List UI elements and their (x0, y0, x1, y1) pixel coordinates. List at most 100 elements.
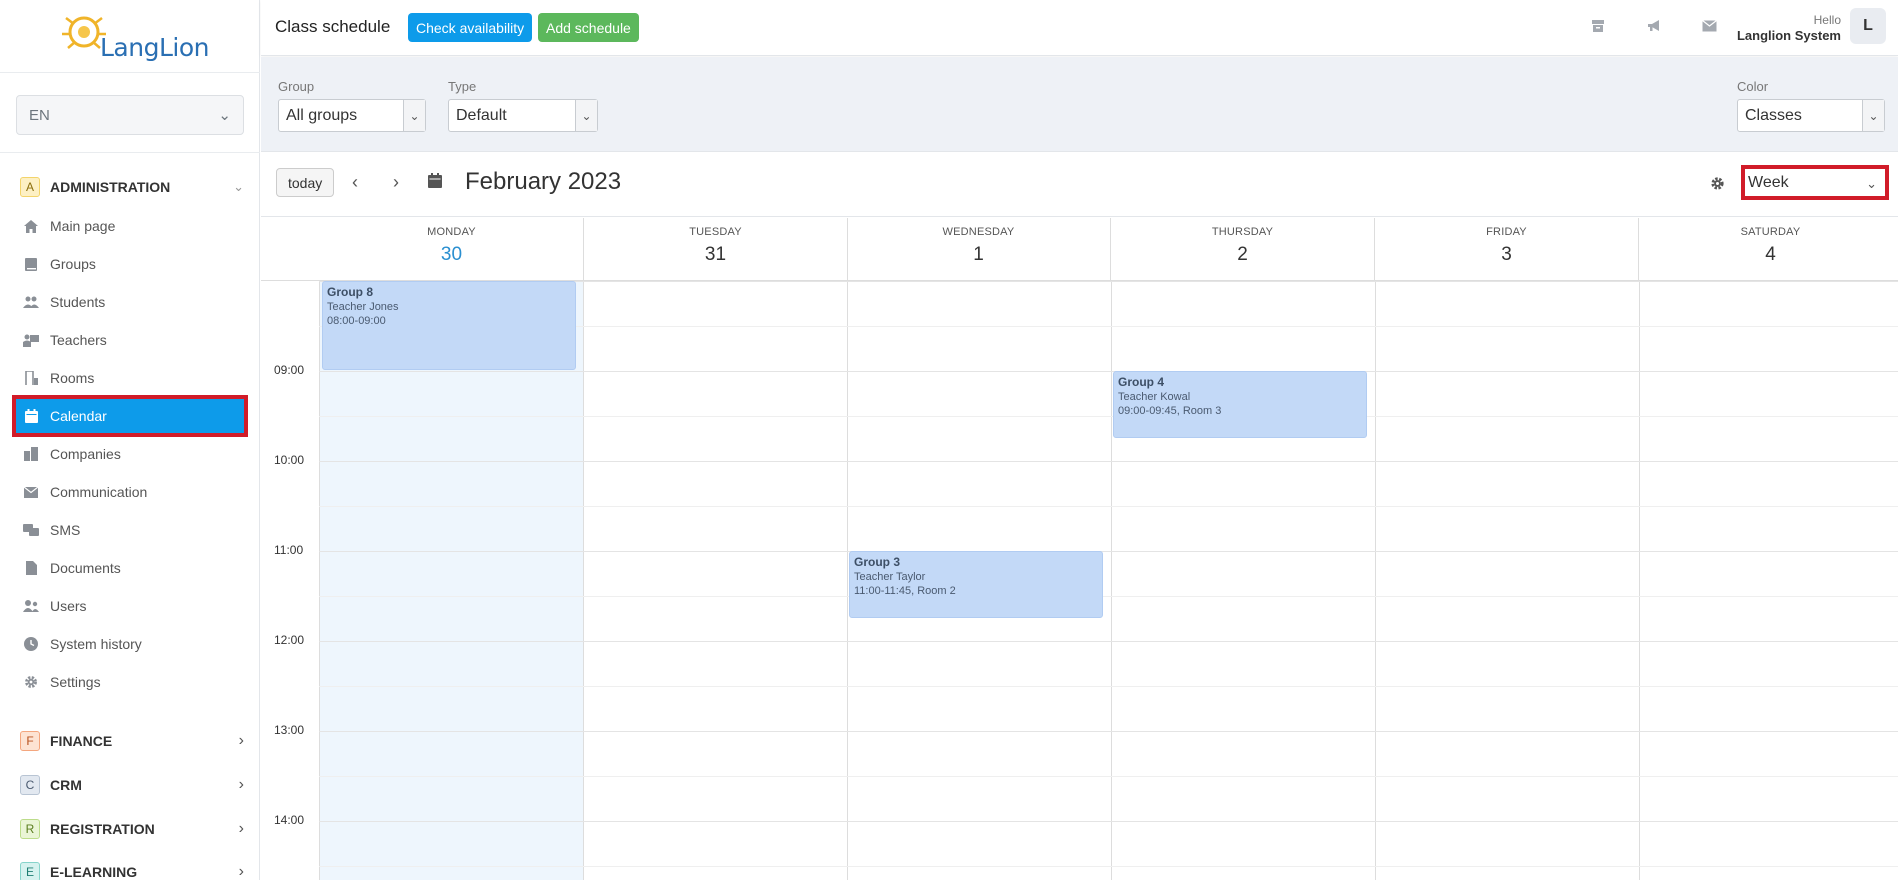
chevron-right-icon: › (238, 820, 244, 837)
group-select[interactable]: All groups ⌄ (278, 99, 426, 132)
language-select[interactable]: EN ⌄ (16, 95, 244, 135)
sidebar-item-calendar[interactable]: Calendar (12, 395, 248, 437)
calendar-grid: MONDAY 30 TUESDAY 31 WEDNESDAY 1 THURSDAY 2 FRID… (261, 218, 1898, 880)
day-header-saturday: SATURDAY 4 (1639, 218, 1898, 280)
time-slot-line (319, 551, 1898, 552)
event-detail: 11:00-11:45, Room 2 (854, 585, 956, 597)
sidebar-item-label: Users (50, 598, 87, 614)
chevron-right-icon: › (238, 863, 244, 880)
day-number[interactable]: 1 (847, 244, 1110, 266)
today-button[interactable]: today (276, 168, 335, 197)
calendar-icon[interactable] (428, 173, 444, 189)
sidebar-item-companies[interactable]: Companies (16, 437, 244, 471)
time-slot-line (319, 596, 1898, 597)
envelope-icon (22, 483, 40, 501)
chevron-down-icon: ⌄ (1866, 176, 1877, 191)
day-name: WEDNESDAY (942, 226, 1015, 238)
gear-icon[interactable] (1708, 174, 1726, 192)
check-availability-button[interactable]: Check availability (408, 13, 533, 42)
time-slot-line (319, 416, 1898, 417)
color-filter-label: Color (1737, 79, 1769, 94)
divider (0, 72, 260, 73)
sidebar-item-label: System history (50, 636, 142, 652)
envelope-icon[interactable] (1700, 17, 1718, 35)
day-header-friday: FRIDAY 3 (1375, 218, 1639, 280)
day-header-tuesday: TUESDAY 31 (584, 218, 848, 280)
sidebar-item-rooms[interactable]: Rooms (16, 361, 244, 395)
time-slot-line (319, 461, 1898, 462)
chevron-down-icon: ⌄ (575, 100, 597, 131)
sidebar-item-label: Communication (50, 484, 148, 500)
sidebar-item-label: Rooms (50, 370, 95, 386)
sidebar-item-communication[interactable]: Communication (16, 475, 244, 509)
chevron-left-icon[interactable]: ‹ (345, 171, 365, 193)
time-label: 12:00 (274, 633, 305, 647)
section-title: ADMINISTRATION (50, 179, 171, 195)
avatar[interactable]: L (1850, 8, 1886, 44)
megaphone-icon[interactable] (1645, 17, 1663, 35)
chevron-right-icon[interactable]: › (386, 171, 406, 193)
archive-icon[interactable] (1589, 17, 1607, 35)
section-crm[interactable]: C CRM › (20, 773, 244, 797)
chevron-right-icon: › (238, 732, 244, 749)
sidebar-item-label: Main page (50, 218, 116, 234)
top-bar: Class schedule Check availability Add sc… (261, 0, 1898, 56)
view-select-value: Week (1748, 173, 1789, 191)
building-icon (22, 445, 40, 463)
day-number[interactable]: 2 (1111, 244, 1374, 266)
time-label: 11:00 (274, 543, 304, 557)
type-select[interactable]: Default ⌄ (448, 99, 598, 132)
calendar-event[interactable]: Group 4 Teacher Kowal 09:00-09:45, Room 3 (1113, 371, 1367, 438)
event-teacher: Teacher Kowal (1118, 391, 1191, 403)
sidebar-item-main-page[interactable]: Main page (16, 209, 244, 243)
day-number[interactable]: 31 (584, 244, 847, 266)
sidebar-item-users[interactable]: Users (16, 589, 244, 623)
calendar-event[interactable]: Group 8 Teacher Jones 08:00-09:00 (322, 281, 576, 370)
sidebar-item-groups[interactable]: Groups (16, 247, 244, 281)
language-value: EN (29, 106, 50, 124)
add-schedule-button[interactable]: Add schedule (538, 13, 639, 42)
calendar-event[interactable]: Group 3 Teacher Taylor 11:00-11:45, Room 2 (849, 551, 1103, 618)
column-divider (319, 280, 320, 880)
door-icon (22, 369, 40, 387)
day-number[interactable]: 4 (1639, 244, 1898, 266)
chevron-down-icon: ⌄ (233, 179, 244, 194)
event-teacher: Teacher Jones (327, 301, 399, 313)
sidebar-item-system-history[interactable]: System history (16, 627, 244, 661)
event-title: Group 8 (327, 285, 374, 299)
view-select[interactable]: Week ⌄ (1741, 165, 1889, 200)
time-label: 10:00 (274, 453, 305, 467)
section-registration[interactable]: R REGISTRATION › (20, 817, 244, 841)
sidebar-item-documents[interactable]: Documents (16, 551, 244, 585)
section-badge: R (20, 819, 40, 839)
user-name: Langlion System (1736, 28, 1841, 43)
chevron-down-icon: ⌄ (403, 100, 425, 131)
section-elearning[interactable]: E E-LEARNING › (20, 860, 244, 880)
section-title: FINANCE (50, 733, 113, 749)
day-name: FRIDAY (1486, 226, 1527, 238)
teacher-icon (22, 331, 40, 349)
time-label: 14:00 (274, 813, 305, 827)
time-slot-line (319, 641, 1898, 642)
day-name: MONDAY (427, 226, 476, 238)
section-finance[interactable]: F FINANCE › (20, 729, 244, 753)
calendar-title: February 2023 (465, 168, 622, 195)
sidebar-item-label: Companies (50, 446, 121, 462)
langlion-logo[interactable]: LangLion (54, 8, 214, 64)
day-number[interactable]: 30 (320, 244, 583, 266)
sidebar-item-settings[interactable]: Settings (16, 665, 244, 699)
section-badge: F (20, 731, 40, 751)
color-select[interactable]: Classes ⌄ (1737, 99, 1885, 132)
event-teacher: Teacher Taylor (854, 571, 926, 583)
gear-icon (22, 673, 40, 691)
calendar-icon (22, 407, 40, 425)
section-administration[interactable]: A ADMINISTRATION ⌄ (20, 175, 244, 199)
sidebar-item-label: SMS (50, 522, 81, 538)
sidebar-item-students[interactable]: Students (16, 285, 244, 319)
sidebar-item-sms[interactable]: SMS (16, 513, 244, 547)
time-label: 13:00 (274, 723, 305, 737)
event-detail: 09:00-09:45, Room 3 (1118, 405, 1222, 417)
sidebar-item-teachers[interactable]: Teachers (16, 323, 244, 357)
day-number[interactable]: 3 (1375, 244, 1638, 266)
logo-text: LangLion (100, 33, 209, 62)
